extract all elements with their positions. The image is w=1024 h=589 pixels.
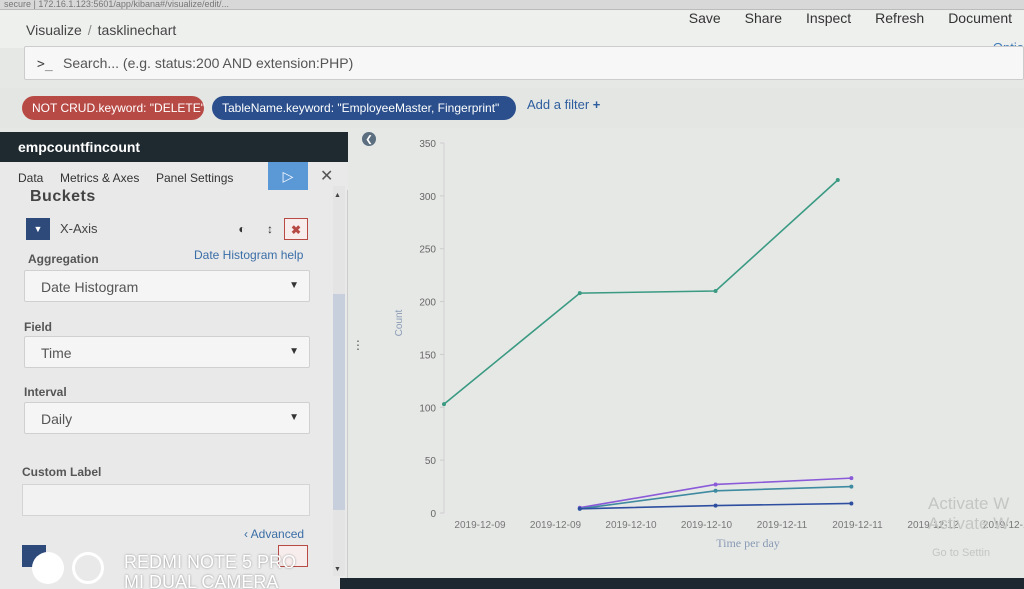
inspect-button[interactable]: Inspect xyxy=(794,10,863,26)
apply-changes-button[interactable]: ▷ xyxy=(268,162,308,190)
aggregation-value: Date Histogram xyxy=(41,279,139,295)
x-tick-label-3: 2019-12-10 xyxy=(681,520,733,531)
chart-canvas: 0 50 100 150 200 250 300 350 2019-12-09 2019-12-0… xyxy=(394,139,1024,550)
filter-pill-not-crud[interactable]: NOT CRUD.keyword: "DELETE" xyxy=(22,96,205,120)
date-histogram-help-link[interactable]: Date Histogram help xyxy=(194,248,303,262)
interval-value: Daily xyxy=(41,411,73,427)
custom-label-input[interactable] xyxy=(22,484,310,516)
breadcrumb-visualize[interactable]: Visualize xyxy=(26,22,82,38)
drag-handle-icon[interactable]: ↕ xyxy=(258,218,282,240)
camera-line2: MI DUAL CAMERA xyxy=(124,572,279,589)
documentation-button[interactable]: Document xyxy=(936,10,1024,26)
watermark-line1: Activate W xyxy=(928,494,1010,513)
breadcrumb: Visualize / tasklinechart xyxy=(26,22,176,38)
series-1-point-2 xyxy=(849,476,854,481)
search-input[interactable] xyxy=(63,55,763,71)
y-tick-label-6: 300 xyxy=(419,192,436,203)
scroll-down-icon[interactable]: ▼ xyxy=(334,566,341,573)
caret-down-icon: ▼ xyxy=(289,280,299,291)
y-tick-label-1: 50 xyxy=(425,456,437,467)
plus-icon: + xyxy=(592,97,601,112)
x-tick-label-2: 2019-12-10 xyxy=(605,520,657,531)
advanced-toggle-link[interactable]: ‹ Advanced xyxy=(244,527,304,541)
play-icon: ▷ xyxy=(282,168,294,184)
filter-pill-tablename[interactable]: TableName.keyword: "EmployeeMaster, Fing… xyxy=(212,96,516,120)
interval-select[interactable]: Daily ▼ xyxy=(24,402,310,434)
xaxis-label: X-Axis xyxy=(60,221,98,236)
watermark-line2: Activate W xyxy=(928,514,1010,533)
breadcrumb-separator: / xyxy=(87,22,92,38)
tab-data[interactable]: Data xyxy=(18,171,43,185)
buckets-heading: Buckets xyxy=(30,188,96,202)
add-filter-label: Add a filter xyxy=(527,97,590,112)
y-tick-label-3: 150 xyxy=(419,350,436,361)
interval-label: Interval xyxy=(24,385,67,399)
save-button[interactable]: Save xyxy=(677,10,733,26)
custom-label-label: Custom Label xyxy=(22,465,102,479)
series-3-point-0 xyxy=(577,506,582,511)
top-nav: Visualize / tasklinechart Save Share Inspe… xyxy=(0,10,1024,48)
y-tick-label-7: 350 xyxy=(419,139,436,150)
visualization-title: empcountfincount xyxy=(0,132,348,162)
series-0-point-2 xyxy=(713,289,718,293)
camera-line1: REDMI NOTE 5 PRO xyxy=(124,552,297,572)
y-tick-label-0: 0 xyxy=(430,509,436,520)
series-2-point-2 xyxy=(849,484,854,489)
y-tick-label-5: 250 xyxy=(419,245,436,256)
share-button[interactable]: Share xyxy=(733,10,794,26)
y-axis-title: Count xyxy=(394,309,405,336)
x-axis-title: Time per day xyxy=(716,536,780,550)
y-tick-label-4: 200 xyxy=(419,298,436,309)
x-tick-label-0: 2019-12-09 xyxy=(454,520,506,531)
aggregation-label: Aggregation xyxy=(28,252,99,266)
x-tick-label-5: 2019-12-11 xyxy=(832,520,883,531)
field-value: Time xyxy=(41,345,72,361)
caret-down-icon: ▼ xyxy=(289,412,299,423)
add-filter-button[interactable]: Add a filter + xyxy=(527,97,600,112)
camera-logo-icon xyxy=(32,552,64,584)
breadcrumb-current: tasklinechart xyxy=(97,22,177,38)
line-chart: 0 50 100 150 200 250 300 350 2019-12-09 2019-12-0… xyxy=(360,128,1024,568)
field-select[interactable]: Time ▼ xyxy=(24,336,310,368)
eye-toggle-icon[interactable]: ◐ xyxy=(230,218,254,240)
series-1-point-1 xyxy=(713,482,718,487)
sidebar-scroll-thumb[interactable] xyxy=(333,294,345,510)
series-0-point-1 xyxy=(577,291,582,296)
top-actions: Save Share Inspect Refresh Document xyxy=(677,10,1024,26)
series-line-0 xyxy=(443,179,839,405)
caret-down-icon: ▼ xyxy=(289,346,299,357)
remove-bucket-icon[interactable]: ✖ xyxy=(284,218,308,240)
y-tick-label-2: 100 xyxy=(419,403,436,414)
watermark-settings-link: Go to Settin xyxy=(932,547,991,559)
editor-sidebar: empcountfincount Data Metrics & Axes Pan… xyxy=(0,132,348,589)
camera-logo-ring-icon xyxy=(72,552,104,584)
camera-model-text: REDMI NOTE 5 PRO MI DUAL CAMERA xyxy=(124,552,296,589)
activate-windows-watermark: Activate W Activate W xyxy=(928,494,1009,534)
tab-panel-settings[interactable]: Panel Settings xyxy=(156,171,233,185)
close-icon[interactable]: ✕ xyxy=(320,166,333,186)
browser-address-bar[interactable]: secure | 172.16.1.123:5601/app/kibana#/v… xyxy=(0,0,1024,10)
x-tick-label-1: 2019-12-09 xyxy=(530,520,582,531)
refresh-button[interactable]: Refresh xyxy=(863,10,936,26)
filter-bar: NOT CRUD.keyword: "DELETE" TableName.key… xyxy=(0,88,1024,128)
x-tick-label-4: 2019-12-11 xyxy=(757,520,808,531)
search-bar: >_ xyxy=(24,46,1024,80)
series-3-point-1 xyxy=(713,503,718,508)
series-0-point-3 xyxy=(835,178,840,182)
series-3-point-2 xyxy=(849,501,854,506)
series-2-point-1 xyxy=(713,488,718,493)
series-0-point-0 xyxy=(442,402,446,407)
chevron-down-icon[interactable]: ▼ xyxy=(26,218,50,240)
xaxis-bucket-header: ▼ X-Axis ◐ ↕ ✖ xyxy=(26,218,310,240)
field-label: Field xyxy=(24,320,53,334)
aggregation-select[interactable]: Date Histogram ▼ xyxy=(24,270,310,302)
tab-metrics-axes[interactable]: Metrics & Axes xyxy=(60,171,139,185)
query-prompt-icon: >_ xyxy=(37,57,53,72)
scroll-up-icon[interactable]: ▲ xyxy=(334,192,341,199)
windows-taskbar xyxy=(340,578,1024,589)
